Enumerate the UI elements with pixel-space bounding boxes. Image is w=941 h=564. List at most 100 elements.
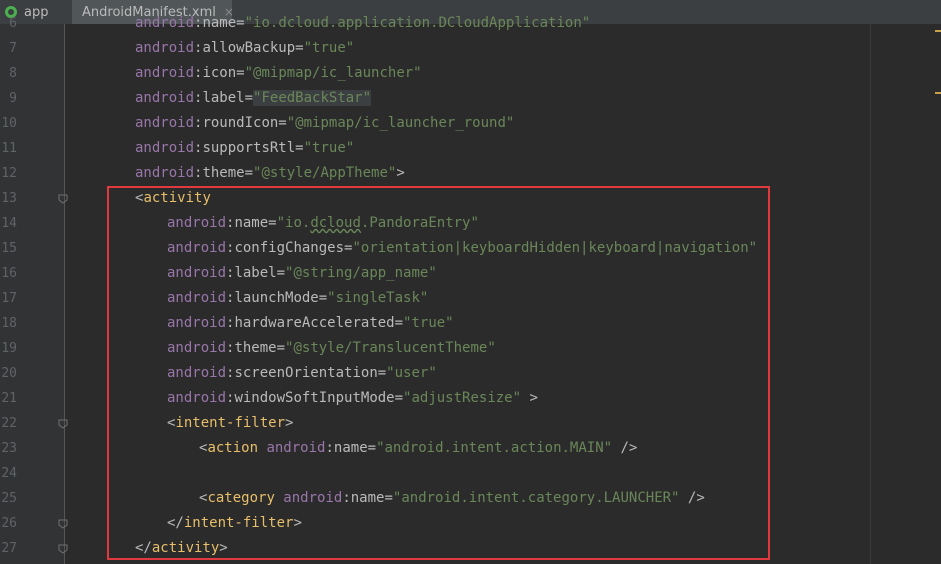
line-number: 17: [1, 291, 17, 306]
fold-marker-icon[interactable]: [58, 544, 68, 554]
code-line[interactable]: <activity: [135, 186, 211, 211]
code-token: android: [167, 390, 227, 406]
code-line[interactable]: android:label="FeedBackStar": [135, 86, 372, 111]
code-token: >: [285, 415, 294, 431]
code-line[interactable]: android:configChanges="orientation|keybo…: [167, 236, 757, 261]
line-number: 27: [1, 541, 17, 556]
line-number: 6: [9, 16, 17, 31]
code-token: "@mipmap/ic_launcher": [244, 65, 422, 81]
line-number: 7: [9, 41, 17, 56]
code-token: "user": [386, 365, 437, 381]
error-stripe-marker[interactable]: [935, 30, 941, 32]
code-line[interactable]: android:name="io.dcloud.PandoraEntry": [167, 211, 479, 236]
code-line[interactable]: </intent-filter>: [167, 511, 302, 536]
code-line[interactable]: android:icon="@mipmap/ic_launcher": [135, 61, 422, 86]
code-token: icon=: [202, 65, 245, 81]
code-token: activity: [151, 540, 220, 556]
code-token: theme=: [202, 165, 254, 181]
code-token: roundIcon=: [202, 115, 287, 131]
code-token: android: [135, 165, 195, 181]
code-token: android: [167, 265, 227, 281]
code-line[interactable]: android:name="io.dcloud.application.DClo…: [135, 11, 590, 36]
code-token: name=: [350, 490, 393, 506]
code-token: "io.: [276, 215, 311, 231]
code-token: "true": [303, 140, 355, 156]
line-number: 15: [1, 241, 17, 256]
code-token: android: [167, 290, 227, 306]
line-number: 12: [1, 166, 17, 181]
fold-marker-icon[interactable]: [58, 194, 68, 204]
right-margin-guide: [870, 24, 871, 564]
code-token: "true": [303, 40, 355, 56]
code-token: "android.intent.category.LAUNCHER": [392, 490, 680, 506]
code-token: "orientation|keyboardHidden|keyboard|nav…: [352, 240, 758, 256]
fold-marker-icon[interactable]: [58, 419, 68, 429]
code-token: hardwareAccelerated=: [234, 315, 404, 331]
code-token: supportsRtl=: [202, 140, 304, 156]
code-line[interactable]: android:allowBackup="true": [135, 36, 354, 61]
code-token: android: [283, 490, 343, 506]
line-number: 22: [1, 416, 17, 431]
code-line[interactable]: android:roundIcon="@mipmap/ic_launcher_r…: [135, 111, 514, 136]
code-token: name=: [202, 15, 245, 31]
code-token: "@style/TranslucentTheme": [285, 340, 496, 356]
code-line[interactable]: android:theme="@style/AppTheme">: [135, 161, 405, 186]
code-token: android: [167, 365, 227, 381]
code-token: label=: [202, 90, 254, 106]
code-token: "@string/app_name": [285, 265, 437, 281]
code-token: action: [207, 440, 267, 456]
line-number: 11: [1, 141, 17, 156]
code-line[interactable]: android:launchMode="singleTask": [167, 286, 428, 311]
code-token: "FeedBackStar": [253, 90, 372, 106]
line-number: 21: [1, 391, 17, 406]
code-token: intent-filter: [183, 515, 294, 531]
code-line[interactable]: android:screenOrientation="user": [167, 361, 437, 386]
code-token: >: [219, 540, 228, 556]
code-line[interactable]: </activity>: [135, 536, 228, 561]
code-token: />: [679, 490, 705, 506]
code-token: :: [325, 440, 334, 456]
line-number: 24: [1, 466, 17, 481]
code-token: android: [266, 440, 326, 456]
code-token: android: [167, 215, 227, 231]
fold-marker-icon[interactable]: [58, 519, 68, 529]
code-token: :: [342, 490, 351, 506]
code-token: >: [521, 390, 538, 406]
code-token: android: [135, 140, 195, 156]
code-line[interactable]: <intent-filter>: [167, 411, 293, 436]
code-token: </: [167, 515, 184, 531]
line-number: 14: [1, 216, 17, 231]
error-stripe-marker[interactable]: [935, 92, 941, 94]
line-number: 20: [1, 366, 17, 381]
code-line[interactable]: android:label="@string/app_name": [167, 261, 437, 286]
code-line[interactable]: android:windowSoftInputMode="adjustResiz…: [167, 386, 538, 411]
code-line[interactable]: android:hardwareAccelerated="true": [167, 311, 454, 336]
code-token: </: [135, 540, 152, 556]
code-token: name=: [333, 440, 377, 456]
code-token: "@mipmap/ic_launcher_round": [286, 115, 515, 131]
line-number: 23: [1, 441, 17, 456]
code-token: launchMode=: [234, 290, 328, 306]
code-line[interactable]: <action android:name="android.intent.act…: [199, 436, 637, 461]
code-line[interactable]: android:theme="@style/TranslucentTheme": [167, 336, 496, 361]
code-token: .PandoraEntry": [360, 215, 479, 231]
code-token: android: [135, 65, 195, 81]
code-token: "adjustResize": [403, 390, 522, 406]
code-token: android: [135, 15, 195, 31]
code-token: android: [135, 115, 195, 131]
code-line[interactable]: android:supportsRtl="true": [135, 136, 354, 161]
code-editor[interactable]: 6 7 8 9 10 11 12 13 14 15 16 17 18 19 20 21 22 23 24 25 26 27…: [0, 15, 941, 564]
code-token: intent-filter: [175, 415, 286, 431]
code-token: "io.dcloud.application.DCloudApplication…: [244, 15, 591, 31]
line-number: 18: [1, 316, 17, 331]
code-token: "true": [403, 315, 454, 331]
code-line[interactable]: <category android:name="android.intent.c…: [199, 486, 705, 511]
code-token: "@style/AppTheme": [253, 165, 397, 181]
line-number-gutter: 6 7 8 9 10 11 12 13 14 15 16 17 18 19 20 21 22 23 24 25 26 27: [0, 16, 68, 564]
code-token: "singleTask": [327, 290, 429, 306]
line-number: 19: [1, 341, 17, 356]
line-number: 8: [9, 66, 17, 81]
code-token: windowSoftInputMode=: [234, 390, 404, 406]
code-token: name=: [234, 215, 277, 231]
code-token: >: [293, 515, 302, 531]
